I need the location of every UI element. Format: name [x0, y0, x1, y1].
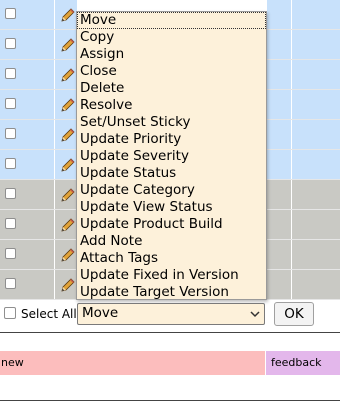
row-cell: [292, 120, 340, 149]
row-checkbox[interactable]: [5, 68, 16, 79]
row-cell: [292, 30, 340, 59]
row-cell: [267, 60, 292, 89]
row-cell: [292, 210, 340, 239]
pencil-icon[interactable]: [60, 127, 76, 143]
row-checkbox[interactable]: [5, 98, 16, 109]
divider: [0, 400, 340, 401]
ok-button[interactable]: OK: [274, 302, 314, 326]
dropdown-option[interactable]: Set/Unset Sticky: [77, 114, 266, 131]
dropdown-option[interactable]: Add Note: [77, 233, 266, 250]
divider: [0, 332, 340, 333]
action-dropdown-list[interactable]: Move Copy Assign Close Delete Resolve Set/Unse…: [76, 11, 267, 300]
row-cell: [267, 90, 292, 119]
dropdown-option[interactable]: Update Category: [77, 182, 266, 199]
row-select-cell: [0, 30, 55, 59]
status-legend: new feedback: [0, 351, 340, 375]
row-checkbox[interactable]: [5, 188, 16, 199]
row-select-cell: [0, 120, 55, 149]
dropdown-option[interactable]: Update Priority: [77, 131, 266, 148]
row-select-cell: [0, 150, 55, 179]
chevron-down-icon: [250, 311, 260, 318]
row-checkbox[interactable]: [5, 158, 16, 169]
dropdown-option[interactable]: Update Status: [77, 165, 266, 182]
dropdown-option[interactable]: Update Target Version: [77, 284, 266, 301]
row-select-cell: [0, 210, 55, 239]
legend-feedback: feedback: [265, 351, 340, 375]
row-checkbox[interactable]: [5, 248, 16, 259]
row-cell: [267, 240, 292, 269]
row-cell: [292, 90, 340, 119]
pencil-icon[interactable]: [60, 7, 76, 23]
row-checkbox[interactable]: [5, 278, 16, 289]
pencil-icon[interactable]: [60, 187, 76, 203]
dropdown-option[interactable]: Close: [77, 63, 266, 80]
row-select-cell: [0, 270, 55, 299]
dropdown-option[interactable]: Update Product Build: [77, 216, 266, 233]
dropdown-option[interactable]: Move: [77, 12, 266, 29]
row-cell: [292, 150, 340, 179]
row-cell: [267, 270, 292, 299]
row-checkbox[interactable]: [5, 218, 16, 229]
row-cell: [292, 180, 340, 209]
row-cell: [292, 270, 340, 299]
select-all-label: Select All: [21, 307, 77, 321]
pencil-icon[interactable]: [60, 247, 76, 263]
dropdown-option[interactable]: Update Fixed in Version: [77, 267, 266, 284]
row-select-cell: [0, 0, 55, 29]
pencil-icon[interactable]: [60, 67, 76, 83]
row-select-cell: [0, 180, 55, 209]
row-select-cell: [0, 60, 55, 89]
dropdown-option[interactable]: Attach Tags: [77, 250, 266, 267]
row-cell: [292, 60, 340, 89]
legend-new: new: [0, 351, 265, 375]
row-select-cell: [0, 240, 55, 269]
row-checkbox[interactable]: [5, 8, 16, 19]
row-cell: [292, 240, 340, 269]
row-cell: [267, 150, 292, 179]
action-select[interactable]: Move: [77, 303, 265, 325]
dropdown-option[interactable]: Assign: [77, 46, 266, 63]
row-select-cell: [0, 90, 55, 119]
pencil-icon[interactable]: [60, 37, 76, 53]
row-checkbox[interactable]: [5, 38, 16, 49]
pencil-icon[interactable]: [60, 277, 76, 293]
dropdown-option[interactable]: Update Severity: [77, 148, 266, 165]
row-checkbox[interactable]: [5, 128, 16, 139]
action-select-value: Move: [82, 305, 119, 321]
pencil-icon[interactable]: [60, 157, 76, 173]
row-cell: [267, 120, 292, 149]
row-cell: [267, 30, 292, 59]
row-cell: [267, 0, 292, 29]
row-cell: [267, 180, 292, 209]
select-all-checkbox[interactable]: [4, 307, 16, 319]
row-cell: [267, 210, 292, 239]
dropdown-option[interactable]: Copy: [77, 29, 266, 46]
dropdown-option[interactable]: Update View Status: [77, 199, 266, 216]
pencil-icon[interactable]: [60, 97, 76, 113]
dropdown-option[interactable]: Resolve: [77, 97, 266, 114]
row-cell: [292, 0, 340, 29]
pencil-icon[interactable]: [60, 217, 76, 233]
dropdown-option[interactable]: Delete: [77, 80, 266, 97]
